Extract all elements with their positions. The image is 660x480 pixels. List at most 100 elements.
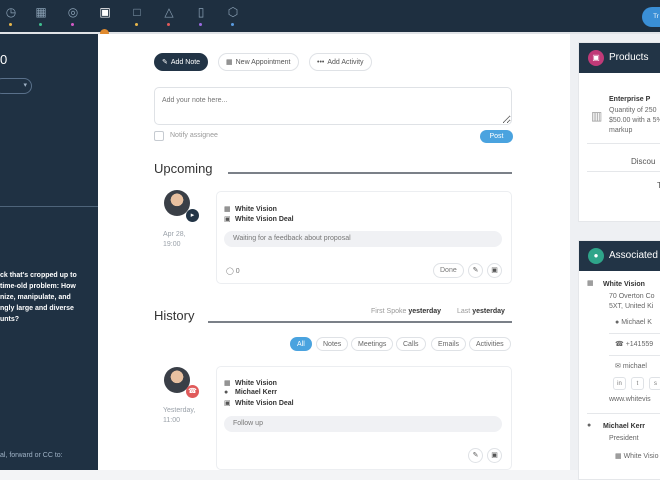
products-header: ▣ Products [579,43,660,73]
related-company[interactable]: ▦ White Vision [224,379,277,387]
history-time: 11:00 [163,417,180,424]
more-icon: ••• [317,59,325,66]
nav-dot [231,23,234,26]
nav-dot [71,23,74,26]
divider [609,355,660,356]
history-date: Yesterday, [163,407,196,414]
related-company[interactable]: ▦ White Vision [224,205,277,213]
email-address[interactable]: ✉ michael [615,362,647,372]
left-number: 0 [0,52,8,67]
nav-dot [135,23,138,26]
building-icon: ▦ [587,280,594,287]
left-description: ck that's cropped up to time-old problem… [0,272,77,323]
related-contact[interactable]: ● Michael Kerr [224,389,277,396]
nav-dot [9,23,12,26]
comment-icon: ◯ [226,268,234,275]
calendar-icon: ▦ [226,59,233,66]
cube-icon[interactable]: ⬡ [226,5,240,19]
contact-company[interactable]: ▦ White Visio [615,452,658,462]
edit-icon[interactable]: ✎ [468,263,483,278]
add-note-button[interactable]: ✎ Add Note [154,53,209,71]
bell-icon[interactable]: △ [162,5,176,19]
briefcase-icon[interactable]: ▣ [98,5,112,19]
history-message: Follow up [224,416,502,432]
done-button[interactable]: Done [433,263,464,278]
twitter-icon[interactable]: t [631,377,644,390]
product-markup: markup [609,127,633,134]
left-dropdown[interactable]: ▾ [0,78,32,94]
calendar-icon[interactable]: □ [130,5,144,19]
filter-meetings[interactable]: Meetings [351,337,394,351]
edit-icon[interactable]: ✎ [468,448,483,463]
website-link[interactable]: www.whitevis [609,395,651,405]
filter-activities[interactable]: Activities [469,337,511,351]
skype-icon[interactable]: s [649,377,660,390]
upcoming-message: Waiting for a feedback about proposal [224,231,502,247]
top-navigation-bar: ◷ ▦ ◎ ▣ □ △ ▯ ⬡ Tr [0,0,660,32]
nav-dot [167,23,170,26]
associated-card: ● Associated ▦ White Vision 70 Overton C… [578,240,660,480]
megaphone-icon: ▸ [186,209,199,222]
person-icon: ● [615,319,620,326]
related-deal[interactable]: ▣ White Vision Deal [224,399,294,407]
add-activity-button[interactable]: ••• Add Activity [309,53,372,71]
filter-emails[interactable]: Emails [431,337,467,351]
products-card: ▣ Products ▥ Enterprise P Quantity of 25… [578,42,660,222]
divider [609,333,660,334]
history-divider [208,321,512,323]
related-deal[interactable]: ▣ White Vision Deal [224,215,294,223]
new-appointment-button[interactable]: ▦ New Appointment [218,53,299,71]
main-content: ✎ Add Note ▦ New Appointment ••• Add Activi… [98,34,570,470]
divider [587,413,660,414]
product-price: $50.00 with a 5% [609,117,660,124]
last-spoke: Last yesterday [457,308,505,315]
briefcase-icon: ▣ [224,216,231,223]
note-input[interactable] [154,87,512,125]
filter-all[interactable]: All [290,337,312,351]
filter-calls[interactable]: Calls [396,337,426,351]
grid-icon[interactable]: ▦ [34,5,48,19]
building-icon: ▦ [224,380,231,387]
filter-notes[interactable]: Notes [316,337,349,351]
upcoming-time: 19:00 [163,241,181,248]
notify-checkbox[interactable] [154,131,164,141]
contact-role: President [609,435,639,442]
address-line-2: 5XT, United Ki [609,303,654,310]
history-title: History [154,308,195,323]
building-icon: ▦ [224,206,231,213]
associated-contact[interactable]: Michael Kerr [603,422,645,432]
document-icon[interactable]: ▯ [194,5,208,19]
divider [587,143,660,144]
product-quantity: Quantity of 250 [609,107,657,114]
notify-label: Notify assignee [170,132,218,139]
target-icon[interactable]: ◎ [66,5,80,19]
upcoming-divider [228,172,512,174]
person-icon: ● [587,422,592,429]
linkedin-icon[interactable]: in [613,377,626,390]
briefcase-icon: ▣ [224,400,231,407]
left-panel: 0 ▾ ck that's cropped up to time-old pro… [0,34,98,470]
clock-icon[interactable]: ◷ [4,5,18,19]
person-icon: ● [588,248,604,264]
post-button[interactable]: Post [480,130,513,143]
associated-company[interactable]: White Vision [603,280,645,290]
product-name[interactable]: Enterprise P [609,95,650,105]
trash-icon[interactable]: ▣ [487,448,502,463]
products-title: Products [609,52,649,63]
right-panel: ▣ Products ▥ Enterprise P Quantity of 25… [570,34,660,480]
mail-icon: ✉ [615,363,621,370]
upcoming-date: Apr 28, [163,231,186,238]
comment-count[interactable]: ◯ 0 [226,267,240,275]
nav-dot [199,23,202,26]
nav-dot [39,23,42,26]
phone-icon: ☎ [615,341,624,348]
person-icon: ● [224,389,229,396]
discount-label: Discou [631,157,656,166]
phone-number[interactable]: ☎ +141559 [615,340,653,350]
note-icon: ✎ [162,59,168,66]
associated-contact-short[interactable]: ● Michael K [615,318,652,328]
chevron-down-icon: ▾ [23,82,27,89]
trash-icon[interactable]: ▣ [487,263,502,278]
user-avatar-button[interactable]: Tr [642,7,660,27]
associated-title: Associated [609,250,658,261]
